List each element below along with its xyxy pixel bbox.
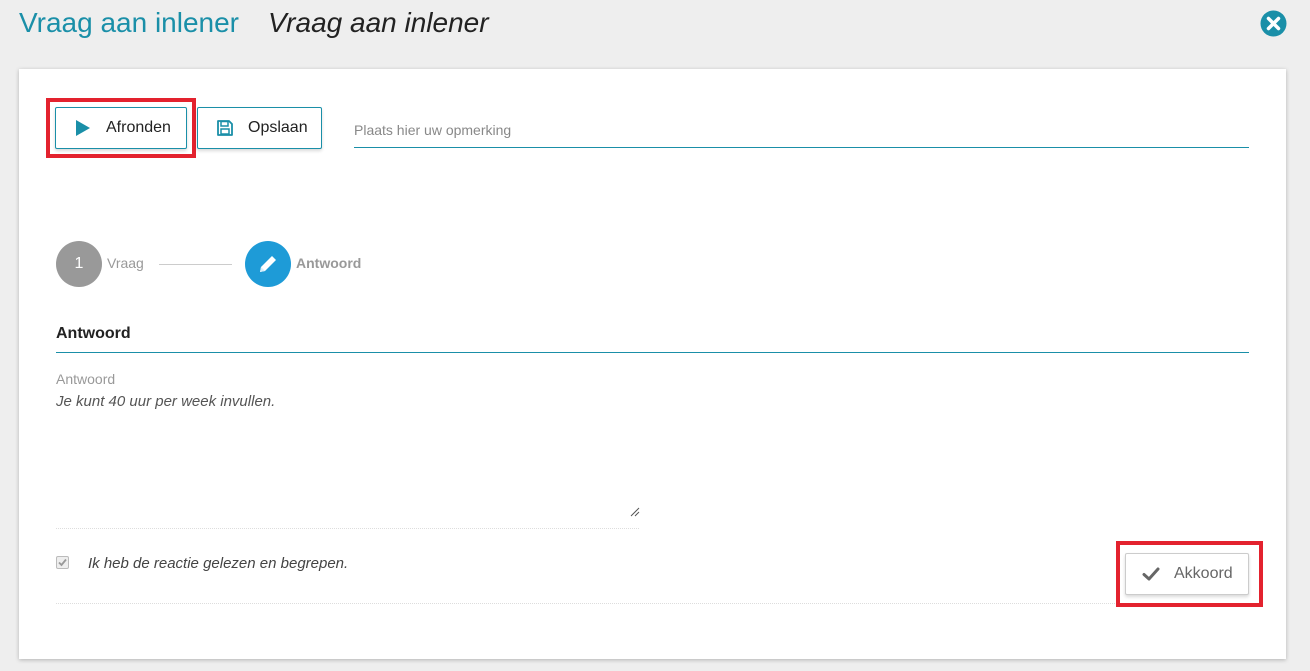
save-button[interactable]: Opslaan — [197, 107, 322, 149]
finish-button-label: Afronden — [106, 119, 171, 136]
read-confirm-checkbox[interactable] — [56, 556, 69, 569]
checkmark-icon — [58, 558, 67, 567]
remark-input[interactable] — [354, 113, 1249, 148]
pencil-icon — [260, 256, 276, 272]
close-icon[interactable] — [1260, 10, 1287, 37]
agree-button-label: Akkoord — [1174, 565, 1233, 582]
step-1-number: 1 — [74, 255, 84, 272]
content-panel: Afronden Opslaan 1 Vraag Antwoord Antwoo… — [19, 69, 1286, 659]
step-connector — [159, 264, 232, 265]
page-title: Vraag aan inlener — [19, 7, 240, 38]
section-divider — [56, 352, 1249, 353]
save-button-label: Opslaan — [248, 119, 308, 136]
agree-button[interactable]: Akkoord — [1125, 553, 1249, 595]
read-confirm-label: Ik heb de reactie gelezen en begrepen. — [88, 555, 349, 572]
page-header: Vraag aan inlener Vraag aan inlener — [0, 0, 1310, 60]
save-icon — [217, 120, 233, 136]
finish-button[interactable]: Afronden — [55, 107, 187, 149]
answer-field-label: Antwoord — [56, 371, 116, 387]
page-subtitle: Vraag aan inlener — [268, 7, 489, 38]
divider — [56, 603, 1249, 604]
step-1-circle: 1 — [56, 241, 102, 287]
play-icon — [76, 120, 90, 136]
divider — [56, 528, 639, 529]
step-2-label: Antwoord — [296, 255, 362, 271]
step-1-label: Vraag — [107, 255, 144, 271]
section-title: Antwoord — [56, 325, 131, 342]
step-2-circle — [245, 241, 291, 287]
resize-grip-icon[interactable] — [628, 505, 640, 517]
answer-textarea[interactable]: Je kunt 40 uur per week invullen. — [56, 393, 639, 517]
check-icon — [1142, 567, 1160, 581]
